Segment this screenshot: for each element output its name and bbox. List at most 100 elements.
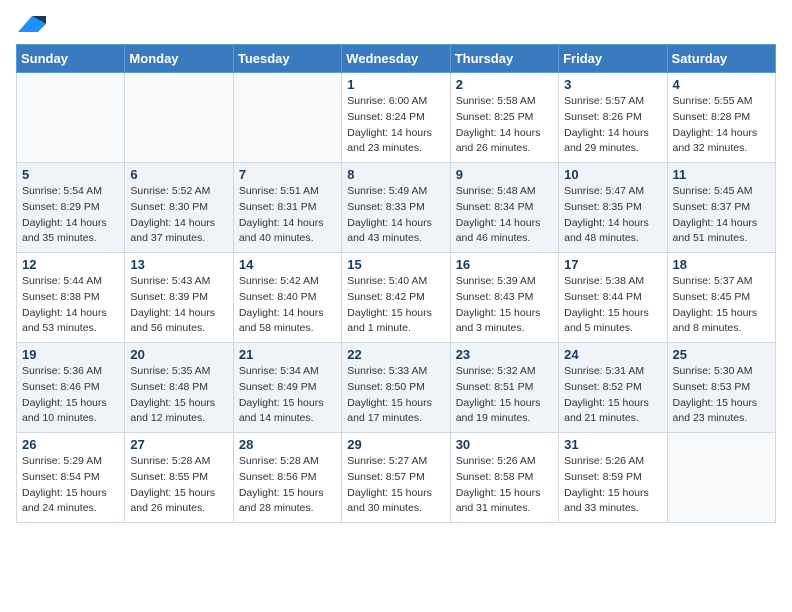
calendar-cell: 31 Sunrise: 5:26 AMSunset: 8:59 PMDayligh… <box>559 433 667 523</box>
calendar-cell: 2 Sunrise: 5:58 AMSunset: 8:25 PMDaylight… <box>450 73 558 163</box>
day-info: Sunrise: 5:35 AMSunset: 8:48 PMDaylight:… <box>130 364 227 427</box>
day-number: 18 <box>673 257 770 272</box>
calendar-cell: 3 Sunrise: 5:57 AMSunset: 8:26 PMDaylight… <box>559 73 667 163</box>
day-info: Sunrise: 5:45 AMSunset: 8:37 PMDaylight:… <box>673 184 770 247</box>
calendar-week-row: 19 Sunrise: 5:36 AMSunset: 8:46 PMDayligh… <box>17 343 776 433</box>
day-number: 14 <box>239 257 336 272</box>
logo <box>16 16 46 32</box>
day-number: 27 <box>130 437 227 452</box>
day-of-week-header: Saturday <box>667 45 775 73</box>
header <box>16 16 776 32</box>
day-info: Sunrise: 5:49 AMSunset: 8:33 PMDaylight:… <box>347 184 444 247</box>
day-number: 23 <box>456 347 553 362</box>
day-info: Sunrise: 5:36 AMSunset: 8:46 PMDaylight:… <box>22 364 119 427</box>
day-info: Sunrise: 5:31 AMSunset: 8:52 PMDaylight:… <box>564 364 661 427</box>
day-info: Sunrise: 5:58 AMSunset: 8:25 PMDaylight:… <box>456 94 553 157</box>
day-number: 1 <box>347 77 444 92</box>
day-of-week-header: Friday <box>559 45 667 73</box>
day-info: Sunrise: 5:42 AMSunset: 8:40 PMDaylight:… <box>239 274 336 337</box>
calendar-table: SundayMondayTuesdayWednesdayThursdayFrid… <box>16 44 776 523</box>
day-info: Sunrise: 5:34 AMSunset: 8:49 PMDaylight:… <box>239 364 336 427</box>
day-number: 13 <box>130 257 227 272</box>
day-number: 11 <box>673 167 770 182</box>
day-info: Sunrise: 5:30 AMSunset: 8:53 PMDaylight:… <box>673 364 770 427</box>
calendar-cell: 20 Sunrise: 5:35 AMSunset: 8:48 PMDayligh… <box>125 343 233 433</box>
day-info: Sunrise: 5:38 AMSunset: 8:44 PMDaylight:… <box>564 274 661 337</box>
day-number: 19 <box>22 347 119 362</box>
day-info: Sunrise: 5:47 AMSunset: 8:35 PMDaylight:… <box>564 184 661 247</box>
day-info: Sunrise: 5:28 AMSunset: 8:56 PMDaylight:… <box>239 454 336 517</box>
calendar-cell: 7 Sunrise: 5:51 AMSunset: 8:31 PMDaylight… <box>233 163 341 253</box>
day-info: Sunrise: 5:43 AMSunset: 8:39 PMDaylight:… <box>130 274 227 337</box>
calendar-cell: 12 Sunrise: 5:44 AMSunset: 8:38 PMDayligh… <box>17 253 125 343</box>
day-number: 3 <box>564 77 661 92</box>
calendar-week-row: 12 Sunrise: 5:44 AMSunset: 8:38 PMDayligh… <box>17 253 776 343</box>
day-info: Sunrise: 5:33 AMSunset: 8:50 PMDaylight:… <box>347 364 444 427</box>
calendar-week-row: 26Sunrise: 5:29 AMSunset: 8:54 PMDayligh… <box>17 433 776 523</box>
day-number: 25 <box>673 347 770 362</box>
day-info: Sunrise: 5:26 AMSunset: 8:58 PMDaylight:… <box>456 454 553 517</box>
day-info: Sunrise: 5:39 AMSunset: 8:43 PMDaylight:… <box>456 274 553 337</box>
calendar-cell: 24 Sunrise: 5:31 AMSunset: 8:52 PMDayligh… <box>559 343 667 433</box>
calendar-cell: 29 Sunrise: 5:27 AMSunset: 8:57 PMDayligh… <box>342 433 450 523</box>
day-info: Sunrise: 5:27 AMSunset: 8:57 PMDaylight:… <box>347 454 444 517</box>
day-number: 31 <box>564 437 661 452</box>
day-info: Sunrise: 5:32 AMSunset: 8:51 PMDaylight:… <box>456 364 553 427</box>
calendar-cell <box>667 433 775 523</box>
day-info: Sunrise: 5:52 AMSunset: 8:30 PMDaylight:… <box>130 184 227 247</box>
calendar-cell: 26Sunrise: 5:29 AMSunset: 8:54 PMDayligh… <box>17 433 125 523</box>
day-number: 12 <box>22 257 119 272</box>
calendar-cell: 10Sunrise: 5:47 AMSunset: 8:35 PMDayligh… <box>559 163 667 253</box>
calendar-header-row: SundayMondayTuesdayWednesdayThursdayFrid… <box>17 45 776 73</box>
calendar-cell: 11 Sunrise: 5:45 AMSunset: 8:37 PMDayligh… <box>667 163 775 253</box>
calendar-cell: 21 Sunrise: 5:34 AMSunset: 8:49 PMDayligh… <box>233 343 341 433</box>
calendar-cell: 1 Sunrise: 6:00 AMSunset: 8:24 PMDaylight… <box>342 73 450 163</box>
day-of-week-header: Monday <box>125 45 233 73</box>
day-of-week-header: Wednesday <box>342 45 450 73</box>
day-info: Sunrise: 5:54 AMSunset: 8:29 PMDaylight:… <box>22 184 119 247</box>
calendar-cell: 6 Sunrise: 5:52 AMSunset: 8:30 PMDaylight… <box>125 163 233 253</box>
day-info: Sunrise: 6:00 AMSunset: 8:24 PMDaylight:… <box>347 94 444 157</box>
day-of-week-header: Tuesday <box>233 45 341 73</box>
calendar-week-row: 5 Sunrise: 5:54 AMSunset: 8:29 PMDaylight… <box>17 163 776 253</box>
calendar-cell: 27Sunrise: 5:28 AMSunset: 8:55 PMDayligh… <box>125 433 233 523</box>
day-info: Sunrise: 5:37 AMSunset: 8:45 PMDaylight:… <box>673 274 770 337</box>
day-info: Sunrise: 5:57 AMSunset: 8:26 PMDaylight:… <box>564 94 661 157</box>
day-number: 21 <box>239 347 336 362</box>
calendar-cell <box>125 73 233 163</box>
calendar-cell: 23 Sunrise: 5:32 AMSunset: 8:51 PMDayligh… <box>450 343 558 433</box>
day-info: Sunrise: 5:26 AMSunset: 8:59 PMDaylight:… <box>564 454 661 517</box>
day-number: 29 <box>347 437 444 452</box>
day-info: Sunrise: 5:51 AMSunset: 8:31 PMDaylight:… <box>239 184 336 247</box>
day-of-week-header: Thursday <box>450 45 558 73</box>
day-number: 15 <box>347 257 444 272</box>
day-number: 8 <box>347 167 444 182</box>
day-number: 16 <box>456 257 553 272</box>
calendar-cell <box>233 73 341 163</box>
day-number: 20 <box>130 347 227 362</box>
calendar-cell: 4Sunrise: 5:55 AMSunset: 8:28 PMDaylight… <box>667 73 775 163</box>
calendar-cell: 14 Sunrise: 5:42 AMSunset: 8:40 PMDayligh… <box>233 253 341 343</box>
calendar-cell: 25 Sunrise: 5:30 AMSunset: 8:53 PMDayligh… <box>667 343 775 433</box>
day-number: 5 <box>22 167 119 182</box>
calendar-cell: 8 Sunrise: 5:49 AMSunset: 8:33 PMDaylight… <box>342 163 450 253</box>
day-info: Sunrise: 5:29 AMSunset: 8:54 PMDaylight:… <box>22 454 119 517</box>
day-number: 2 <box>456 77 553 92</box>
day-info: Sunrise: 5:48 AMSunset: 8:34 PMDaylight:… <box>456 184 553 247</box>
day-number: 4 <box>673 77 770 92</box>
calendar-cell: 30 Sunrise: 5:26 AMSunset: 8:58 PMDayligh… <box>450 433 558 523</box>
calendar-cell: 16 Sunrise: 5:39 AMSunset: 8:43 PMDayligh… <box>450 253 558 343</box>
day-number: 22 <box>347 347 444 362</box>
day-of-week-header: Sunday <box>17 45 125 73</box>
day-number: 6 <box>130 167 227 182</box>
day-number: 7 <box>239 167 336 182</box>
calendar-cell: 28Sunrise: 5:28 AMSunset: 8:56 PMDayligh… <box>233 433 341 523</box>
calendar-cell: 15Sunrise: 5:40 AMSunset: 8:42 PMDayligh… <box>342 253 450 343</box>
day-info: Sunrise: 5:44 AMSunset: 8:38 PMDaylight:… <box>22 274 119 337</box>
day-number: 24 <box>564 347 661 362</box>
calendar-cell <box>17 73 125 163</box>
day-number: 17 <box>564 257 661 272</box>
day-number: 30 <box>456 437 553 452</box>
day-number: 9 <box>456 167 553 182</box>
calendar-cell: 9 Sunrise: 5:48 AMSunset: 8:34 PMDaylight… <box>450 163 558 253</box>
